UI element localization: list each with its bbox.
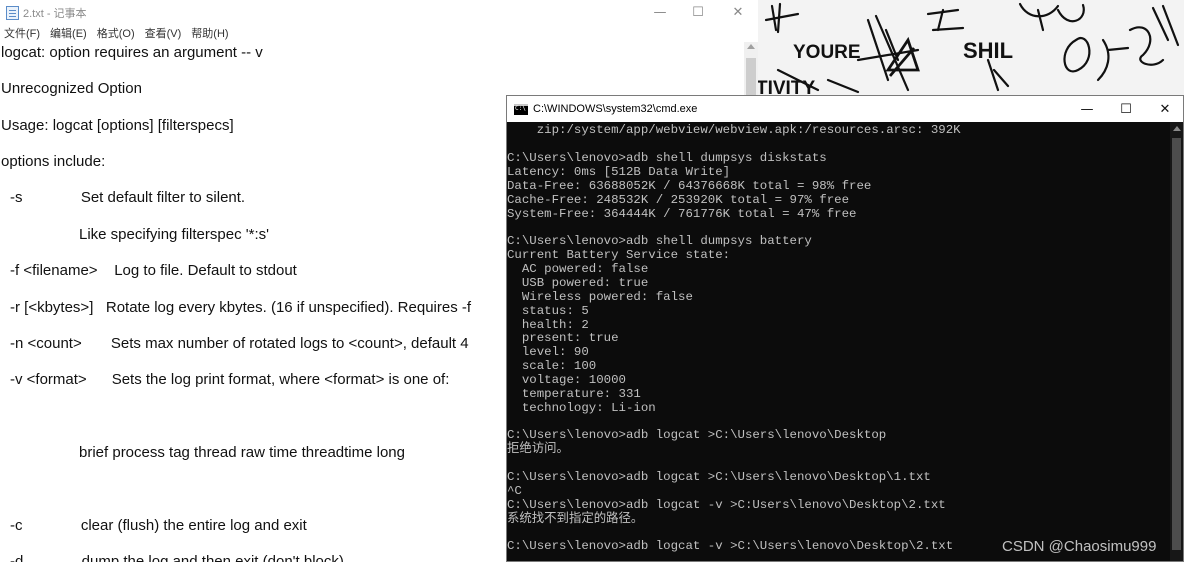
- console-line: C:\Users\lenovo>adb logcat -v >C:Users\l…: [507, 498, 946, 512]
- console-line: temperature: 331: [507, 387, 641, 401]
- menu-file[interactable]: 文件(F): [4, 25, 40, 41]
- cmd-minimize-icon[interactable]: —: [1067, 96, 1107, 122]
- notepad-line: -d dump the log and then exit (don't blo…: [10, 553, 344, 562]
- menu-format[interactable]: 格式(O): [97, 25, 135, 41]
- wallpaper-word-tivity: TIVITY: [758, 78, 815, 96]
- cmd-titlebar[interactable]: C:\WINDOWS\system32\cmd.exe — ☐ ✕: [507, 96, 1183, 122]
- menu-edit[interactable]: 编辑(E): [50, 25, 87, 41]
- console-line: Latency: 0ms [512B Data Write]: [507, 165, 731, 179]
- notepad-menubar: 文件(F) 编辑(E) 格式(O) 查看(V) 帮助(H): [0, 25, 758, 41]
- maximize-icon[interactable]: ☐: [678, 0, 718, 25]
- console-line: zip:/system/app/webview/webview.apk:/res…: [507, 123, 961, 137]
- notepad-line: options include:: [1, 153, 106, 170]
- notepad-line: Like specifying filterspec '*:s': [79, 226, 269, 243]
- scroll-up-icon[interactable]: [747, 44, 755, 49]
- wallpaper-word-youre: YOURE: [793, 42, 861, 63]
- cmd-window: C:\WINDOWS\system32\cmd.exe — ☐ ✕ zip:/s…: [506, 95, 1184, 562]
- console-line: C:\Users\lenovo>adb shell dumpsys batter…: [507, 234, 812, 248]
- console-line: C:\Users\lenovo>adb shell dumpsys diskst…: [507, 151, 827, 165]
- notepad-line: Usage: logcat [options] [filterspecs]: [1, 117, 234, 134]
- cmd-close-icon[interactable]: ✕: [1145, 96, 1183, 122]
- desktop-wallpaper: YOURE SHIL TIVITY: [758, 0, 1184, 96]
- console-line: Data-Free: 63688052K / 64376668K total =…: [507, 179, 872, 193]
- console-line: C:\Users\lenovo>adb logcat -v >C:\Users\…: [507, 539, 954, 553]
- cmd-scrollbar[interactable]: [1170, 122, 1183, 561]
- console-line: scale: 100: [507, 359, 597, 373]
- cmd-maximize-icon[interactable]: ☐: [1106, 96, 1146, 122]
- wallpaper-word-shil: SHIL: [963, 38, 1013, 63]
- notepad-line: -f <filename> Log to file. Default to st…: [10, 262, 297, 279]
- cmd-console-output[interactable]: zip:/system/app/webview/webview.apk:/res…: [507, 122, 1171, 561]
- minimize-icon[interactable]: —: [640, 0, 680, 25]
- notepad-line: brief process tag thread raw time thread…: [79, 444, 405, 461]
- notepad-line: -c clear (flush) the entire log and exit: [10, 517, 307, 534]
- console-line: present: true: [507, 331, 619, 345]
- console-line: 系统找不到指定的路径。: [507, 512, 644, 526]
- notepad-titlebar[interactable]: 2.txt - 记事本 — ☐ ✕: [0, 0, 758, 25]
- console-line: technology: Li-ion: [507, 401, 656, 415]
- cmd-icon: [514, 103, 528, 115]
- menu-view[interactable]: 查看(V): [145, 25, 182, 41]
- notepad-line: -n <count> Sets max number of rotated lo…: [10, 335, 469, 352]
- menu-help[interactable]: 帮助(H): [191, 25, 228, 41]
- notepad-line: -s Set default filter to silent.: [10, 189, 246, 206]
- close-icon[interactable]: ✕: [718, 0, 758, 25]
- console-line: AC powered: false: [507, 262, 649, 276]
- console-line: voltage: 10000: [507, 373, 626, 387]
- notepad-line: -r [<kbytes>] Rotate log every kbytes. (…: [10, 299, 472, 316]
- cmd-scroll-up-icon[interactable]: [1173, 126, 1181, 131]
- console-line: C:\Users\lenovo>adb logcat >C:\Users\len…: [507, 470, 931, 484]
- wallpaper-scribbles: YOURE SHIL TIVITY: [758, 2, 1180, 96]
- console-line: health: 2: [507, 318, 589, 332]
- console-line: 拒绝访问。: [507, 442, 569, 456]
- console-line: ^C: [507, 484, 522, 498]
- console-line: Current Battery Service state:: [507, 248, 731, 262]
- notepad-line: logcat: option requires an argument -- v: [1, 44, 263, 61]
- console-line: Cache-Free: 248532K / 253920K total = 97…: [507, 193, 850, 207]
- console-line: C:\Users\lenovo>adb logcat >C:\Users\len…: [507, 428, 887, 442]
- notepad-title: 2.txt - 记事本: [23, 7, 87, 20]
- csdn-watermark: CSDN @Chaosimu999: [1002, 538, 1157, 555]
- console-line: System-Free: 364444K / 761776K total = 4…: [507, 207, 857, 221]
- cmd-title: C:\WINDOWS\system32\cmd.exe: [533, 103, 698, 115]
- console-line: Wireless powered: false: [507, 290, 693, 304]
- console-line: status: 5: [507, 304, 589, 318]
- console-line: level: 90: [507, 345, 589, 359]
- notepad-icon: [6, 5, 19, 20]
- cmd-scroll-thumb[interactable]: [1172, 138, 1181, 550]
- notepad-line: Unrecognized Option: [1, 80, 142, 97]
- console-line: USB powered: true: [507, 276, 649, 290]
- notepad-line: -v <format> Sets the log print format, w…: [10, 371, 450, 388]
